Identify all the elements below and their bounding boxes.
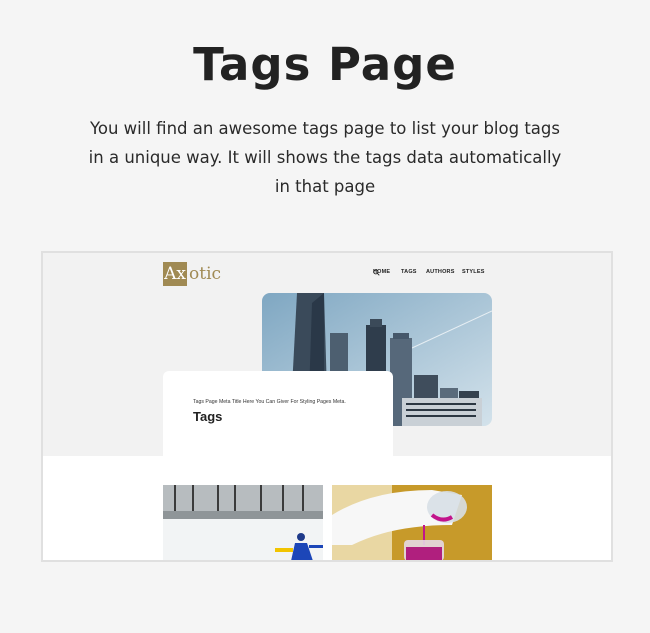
nav-item-tags[interactable]: TAGS: [401, 269, 417, 275]
card-meta-text: Tags Page Meta Title Here You Can Giver …: [193, 399, 346, 405]
nav-item-authors[interactable]: AUTHORS: [426, 269, 455, 275]
logo-text: otic: [189, 264, 222, 284]
page-description: You will find an awesome tags page to li…: [88, 119, 562, 196]
website-preview-frame: Ax otic HOME TAGS AUTHORS STYLES Tags Pa…: [41, 251, 613, 562]
nav-item-styles[interactable]: STYLES: [462, 269, 485, 275]
nav-item-home[interactable]: HOME: [373, 269, 390, 275]
page-headline: Tags Page: [193, 38, 457, 91]
snowy-field-image: [163, 485, 323, 560]
logo-mark: Ax: [163, 262, 187, 286]
lab-pouring-image: [332, 485, 492, 560]
tags-header-card: Tags Page Meta Title Here You Can Giver …: [163, 371, 393, 460]
post-thumbnail-lab[interactable]: [332, 485, 492, 560]
main-nav: HOME TAGS AUTHORS STYLES: [373, 269, 484, 279]
post-thumbnail-snow[interactable]: [163, 485, 323, 560]
card-title: Tags: [193, 409, 223, 424]
